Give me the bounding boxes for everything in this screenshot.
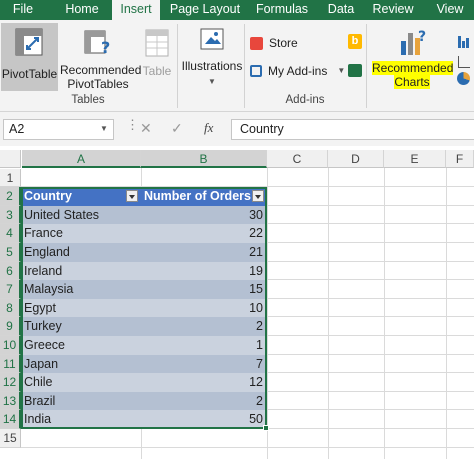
insert-function-icon[interactable]: fx [204, 120, 213, 136]
column-header-d[interactable]: D [328, 150, 384, 168]
ribbon-tab-bar: File Home Insert Page Layout Formulas Da… [0, 0, 474, 20]
row-header-1[interactable]: 1 [0, 168, 21, 188]
pivottable-label: PivotTable [1, 67, 58, 81]
people-graph-icon[interactable] [348, 64, 362, 77]
line-chart-icon[interactable] [458, 56, 470, 68]
row-header-2[interactable]: 2 [0, 187, 21, 206]
grid-line [384, 168, 385, 459]
row-header-8[interactable]: 8 [0, 298, 21, 318]
ribbon-separator [244, 24, 245, 108]
svg-text:?: ? [418, 29, 426, 45]
ribbon-separator [177, 24, 178, 108]
column-chart-icon[interactable] [458, 34, 470, 48]
store-icon [250, 36, 263, 50]
recommended-pivottables-label-1: Recommended [60, 63, 142, 77]
column-header-e[interactable]: E [384, 150, 446, 168]
row-header-11[interactable]: 11 [0, 354, 21, 374]
row-header-4[interactable]: 4 [0, 224, 21, 243]
row-header-13[interactable]: 13 [0, 391, 21, 411]
tab-formulas[interactable]: Formulas [252, 0, 312, 20]
tab-view[interactable]: View [430, 0, 470, 20]
column-header-a[interactable]: A [22, 150, 141, 168]
recommended-pivottables-icon: ? [84, 30, 110, 57]
formula-buttons: ⋮ ✕ ✓ fx [126, 117, 228, 140]
recommended-charts-button[interactable]: ? Recommended Charts [372, 23, 454, 91]
select-all-corner[interactable] [0, 150, 21, 168]
fill-handle[interactable] [263, 425, 269, 431]
row-header-9[interactable]: 9 [0, 317, 21, 336]
tab-home[interactable]: Home [60, 0, 104, 20]
recommended-charts-icon: ? [401, 29, 426, 55]
pivottable-button[interactable]: PivotTable [1, 23, 58, 91]
column-header-b[interactable]: B [141, 150, 267, 168]
row-header-6[interactable]: 6 [0, 261, 21, 281]
selection-range [21, 187, 267, 429]
name-box[interactable]: A2 [3, 119, 114, 140]
row-header-7[interactable]: 7 [0, 280, 21, 299]
row-header-10[interactable]: 10 [0, 336, 21, 355]
grid-line [328, 168, 329, 459]
tables-group-label: Tables [71, 94, 105, 106]
name-box-dropdown-icon[interactable]: ▼ [100, 124, 108, 133]
recommended-pivottables-label-2: PivotTables [67, 77, 129, 91]
addins-group-label: Add-ins [285, 94, 325, 106]
ribbon: PivotTable ? Recommended PivotTables Tab… [0, 20, 474, 112]
row-header-14[interactable]: 14 [0, 410, 21, 429]
svg-text:?: ? [101, 38, 110, 57]
grid-line [446, 168, 447, 459]
tab-data[interactable]: Data [324, 0, 358, 20]
recommended-charts-label-2: Charts [394, 75, 430, 89]
store-label: Store [269, 36, 298, 50]
tab-file[interactable]: File [8, 0, 38, 20]
dropdown-arrow-icon[interactable]: ▼ [337, 62, 345, 80]
my-addins-icon [250, 65, 262, 77]
pivottable-icon [15, 28, 42, 56]
cancel-icon[interactable]: ✕ [140, 120, 152, 137]
illustrations-label: Illustrations [181, 59, 243, 73]
table-icon [145, 29, 169, 57]
ribbon-separator [366, 24, 367, 108]
illustrations-button[interactable]: Illustrations ▼ [181, 23, 243, 91]
worksheet-grid[interactable]: A B C D E F 1 2 3 4 5 6 7 8 9 10 11 12 13 14 15 Countr… [0, 150, 474, 459]
chevron-down-icon: ▼ [208, 77, 216, 86]
my-addins-button[interactable]: My Add-ins ▼ [250, 62, 345, 80]
grid-line [267, 168, 268, 459]
column-header-c[interactable]: C [267, 150, 328, 168]
my-addins-label: My Add-ins [268, 64, 328, 78]
row-header-5[interactable]: 5 [0, 243, 21, 262]
formula-input[interactable]: Country [231, 119, 474, 140]
store-button[interactable]: Store [250, 34, 298, 52]
more-icon: ⋮ [126, 117, 139, 132]
table-label: Table [142, 64, 172, 78]
table-button[interactable]: Table [138, 23, 176, 91]
enter-icon[interactable]: ✓ [171, 120, 183, 137]
formula-bar: A2 ▼ ⋮ ✕ ✓ fx Country [0, 112, 474, 146]
grid-line [21, 446, 474, 448]
tab-insert[interactable]: Insert [112, 0, 160, 20]
bing-icon[interactable]: b [348, 34, 362, 49]
row-header-3[interactable]: 3 [0, 205, 21, 225]
tab-review[interactable]: Review [370, 0, 416, 20]
recommended-pivottables-button[interactable]: ? Recommended PivotTables [60, 23, 142, 91]
tab-page-layout[interactable]: Page Layout [168, 0, 242, 20]
column-header-f[interactable]: F [446, 150, 474, 168]
recommended-charts-label-1: Recommended [372, 61, 454, 75]
row-header-12[interactable]: 12 [0, 373, 21, 392]
pie-chart-icon[interactable] [457, 72, 470, 85]
illustrations-icon [200, 28, 224, 50]
row-header-15[interactable]: 15 [0, 429, 21, 448]
